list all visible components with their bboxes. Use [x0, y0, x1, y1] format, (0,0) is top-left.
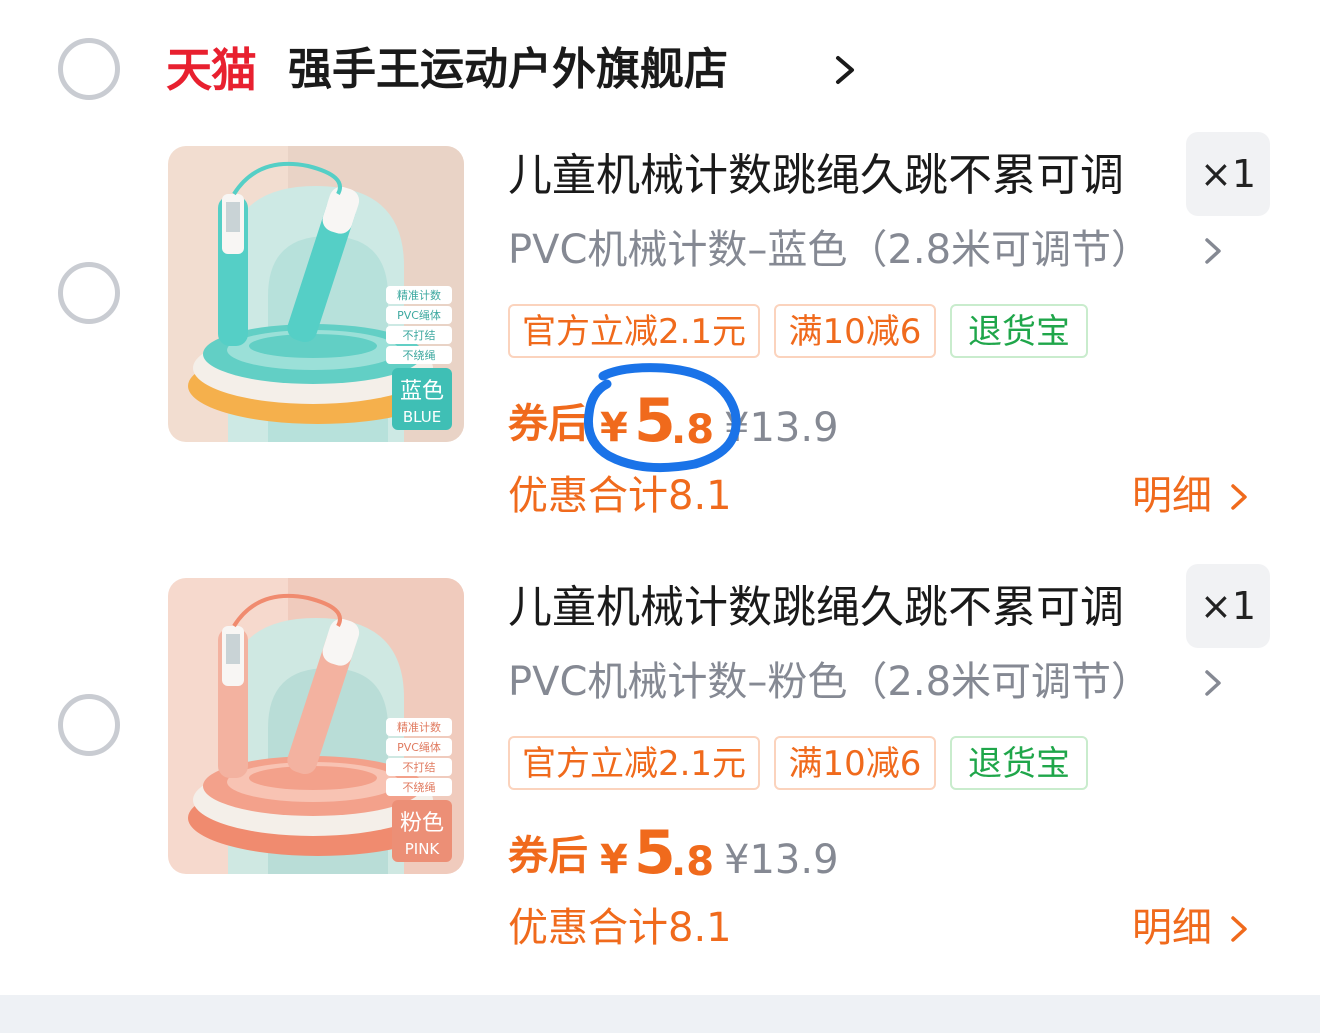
- color-label-en: PINK: [405, 840, 441, 858]
- shop-select-radio[interactable]: [58, 38, 120, 100]
- original-price: ¥13.9: [724, 405, 839, 451]
- feature-label: 精准计数: [397, 721, 441, 734]
- chevron-right-icon[interactable]: [1196, 666, 1230, 700]
- quantity-selector[interactable]: ×1: [1186, 564, 1270, 648]
- product-title[interactable]: 儿童机械计数跳绳久跳不累可调: [508, 146, 1158, 206]
- chevron-right-icon[interactable]: [1222, 480, 1256, 514]
- coupon-price-label: 券后: [508, 401, 588, 447]
- return-insurance-tag: 退货宝: [950, 736, 1088, 790]
- section-divider: [0, 995, 1320, 1033]
- item-select-radio[interactable]: [58, 694, 120, 756]
- product-title[interactable]: 儿童机械计数跳绳久跳不累可调: [508, 578, 1158, 638]
- cart-item: 精准计数 PVC绳体 不打结 不绕绳 粉色 PINK 儿童机械计数跳绳久跳不累可…: [0, 562, 1320, 982]
- chevron-right-icon[interactable]: [826, 50, 866, 90]
- product-image-blue: 精准计数 PVC绳体 不打结 不绕绳 蓝色 BLUE: [168, 146, 464, 442]
- feature-label: 不打结: [403, 760, 436, 774]
- tmall-logo: 天猫: [166, 43, 257, 97]
- price-row: 券后 ¥ 5 .8 ¥13.9: [508, 386, 908, 456]
- item-select-radio[interactable]: [58, 262, 120, 324]
- return-insurance-tag: 退货宝: [950, 304, 1088, 358]
- sku-selector[interactable]: PVC机械计数–粉色（2.8米可调节）: [508, 654, 1151, 710]
- chevron-right-icon[interactable]: [1196, 234, 1230, 268]
- original-price: ¥13.9: [724, 837, 839, 883]
- price-row: 券后 ¥ 5 .8 ¥13.9: [508, 818, 908, 888]
- feature-label: 不打结: [403, 328, 436, 342]
- color-label-cn: 蓝色: [400, 379, 444, 404]
- feature-label: 不绕绳: [403, 780, 436, 794]
- product-image-pink: 精准计数 PVC绳体 不打结 不绕绳 粉色 PINK: [168, 578, 464, 874]
- coupon-price-label: 券后: [508, 833, 588, 879]
- promo-tag: 满10减6: [774, 736, 936, 790]
- feature-label: 精准计数: [397, 289, 441, 302]
- discount-total: 优惠合计8.1: [508, 473, 732, 519]
- feature-label: PVC绳体: [397, 308, 441, 322]
- price-currency: ¥: [600, 837, 628, 883]
- price-integer: 5: [634, 818, 676, 888]
- chevron-right-icon[interactable]: [1222, 912, 1256, 946]
- color-label-en: BLUE: [403, 408, 441, 426]
- discount-detail-link[interactable]: 明细: [1132, 900, 1212, 956]
- discount-total: 优惠合计8.1: [508, 905, 732, 951]
- price-currency: ¥: [600, 405, 628, 451]
- product-thumbnail[interactable]: 精准计数 PVC绳体 不打结 不绕绳 蓝色 BLUE: [168, 146, 464, 442]
- shop-name-link[interactable]: 强手王运动户外旗舰店: [288, 38, 728, 102]
- price-decimal: .8: [671, 839, 715, 885]
- quantity-selector[interactable]: ×1: [1186, 132, 1270, 216]
- price-integer: 5: [634, 386, 676, 456]
- color-label-cn: 粉色: [400, 811, 444, 836]
- price-decimal: .8: [671, 407, 715, 453]
- promo-tag: 满10减6: [774, 304, 936, 358]
- feature-label: PVC绳体: [397, 740, 441, 754]
- sku-selector[interactable]: PVC机械计数–蓝色（2.8米可调节）: [508, 222, 1151, 278]
- discount-detail-link[interactable]: 明细: [1132, 468, 1212, 524]
- product-thumbnail[interactable]: 精准计数 PVC绳体 不打结 不绕绳 粉色 PINK: [168, 578, 464, 874]
- feature-label: 不绕绳: [403, 348, 436, 362]
- shop-header: 天猫 强手王运动户外旗舰店: [0, 0, 1320, 140]
- promo-tag: 官方立减2.1元: [508, 304, 760, 358]
- cart-item: 精准计数 PVC绳体 不打结 不绕绳 蓝色 BLUE 儿童机械计数跳绳久跳不累可…: [0, 130, 1320, 550]
- promo-tag: 官方立减2.1元: [508, 736, 760, 790]
